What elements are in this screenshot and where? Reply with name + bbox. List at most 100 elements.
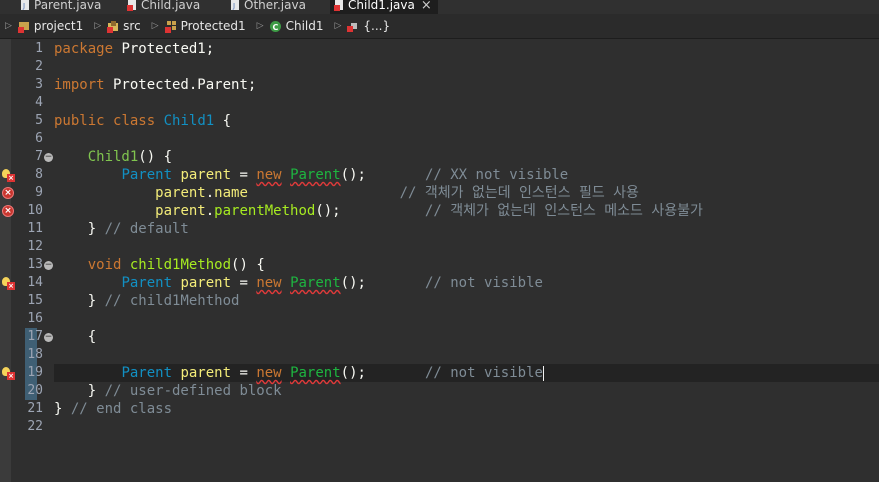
code-token: parent (155, 203, 206, 219)
code-line[interactable]: void child1Method() { (54, 256, 265, 274)
code-token: new (256, 167, 282, 183)
code-line[interactable]: } // end class (54, 400, 172, 418)
code-token: // 객체가 없는데 인스턴스 필드 사용 (399, 185, 639, 201)
java-file-icon: J (231, 0, 239, 10)
code-token: . (205, 203, 215, 219)
breadcrumb-item-child1[interactable]: ▷ C Child1 (252, 19, 324, 33)
tab-parent-java[interactable]: J Parent.java (20, 0, 101, 14)
code-line[interactable]: Parent parent = new Parent(); // not vis… (54, 274, 543, 292)
fold-toggle-icon[interactable]: − (44, 333, 53, 342)
java-file-error-icon (127, 0, 136, 11)
project-error-icon (17, 21, 29, 33)
code-line[interactable]: { (54, 328, 96, 346)
breadcrumb-item-protected1[interactable]: ▷ Protected1 (147, 19, 246, 33)
code-line[interactable]: Child1() { (54, 148, 172, 166)
code-line[interactable]: } // child1Mehthod (54, 292, 240, 310)
line-number: 11 (27, 221, 43, 236)
code-line[interactable]: parent.parentMethod(); // 객체가 없는데 인스턴스 메… (54, 202, 703, 220)
tab-label: Parent.java (34, 0, 102, 12)
breadcrumb-label: Protected1 (180, 19, 246, 33)
quick-fix-error-icon[interactable]: × (2, 169, 15, 182)
code-line[interactable]: parent.name // 객체가 없는데 인스턴스 필드 사용 (54, 184, 639, 202)
code-token: new (256, 365, 282, 381)
fold-toggle-icon[interactable]: − (44, 153, 53, 162)
tab-other-java[interactable]: J Other.java (230, 0, 306, 14)
code-area[interactable]: package Protected1; import Protected.Pare… (54, 39, 879, 482)
code-token: Protected1; (113, 41, 215, 57)
code-line[interactable]: } // user-defined block (54, 382, 282, 400)
package-error-icon (164, 20, 176, 33)
breadcrumb-item-block[interactable]: ▷ {...} (329, 19, 390, 33)
code-token: { (214, 113, 232, 129)
quick-fix-error-icon[interactable]: × (2, 277, 15, 290)
code-token: // default (104, 221, 189, 237)
code-token: . (205, 185, 215, 201)
code-token: child1Method (129, 257, 232, 273)
line-number-gutter: 1 2 3 4 5 6 7−8 × 9 × 10 × 11 12 13−14 × 15 16 17−18 19 × 20 2… (2, 39, 53, 482)
code-token: Parent (290, 275, 341, 291)
code-token: () { (231, 257, 265, 273)
code-token: Parent (290, 167, 341, 183)
code-token: } (54, 293, 105, 309)
code-line[interactable]: Parent parent = new Parent(); // not vis… (54, 364, 544, 382)
fold-toggle-icon[interactable]: − (44, 261, 53, 270)
breadcrumb-item-src[interactable]: ▷ src (89, 19, 140, 33)
code-token: parentMethod (214, 203, 316, 219)
code-token: new (256, 275, 282, 291)
error-marker-icon[interactable]: × (2, 205, 15, 218)
line-number: 2 (35, 59, 43, 74)
svg-text:J: J (232, 2, 235, 10)
tab-child-java[interactable]: Child.java (127, 0, 200, 14)
tab-label: Child.java (141, 0, 201, 12)
code-token: parent (180, 167, 232, 183)
code-token: Protected.Parent; (104, 77, 257, 93)
code-token: (); (340, 365, 425, 381)
code-token: // not visible (424, 275, 543, 291)
code-line[interactable]: } // default (54, 220, 189, 238)
svg-text:C: C (272, 23, 278, 32)
code-token: = (231, 167, 257, 183)
close-tab-icon[interactable]: × (421, 0, 432, 12)
svg-text:J: J (22, 2, 25, 10)
code-token: = (231, 365, 257, 381)
code-line[interactable]: import Protected.Parent; (54, 76, 256, 94)
source-folder-error-icon (107, 20, 119, 33)
tab-label: Other.java (244, 0, 306, 12)
code-editor[interactable]: 1 2 3 4 5 6 7−8 × 9 × 10 × 11 12 13−14 × 15 16 17−18 19 × 20 2… (0, 39, 879, 482)
code-token: (); (340, 167, 425, 183)
code-line[interactable]: public class Child1 { (54, 112, 231, 130)
tab-child1-java[interactable]: Child1.java × (330, 0, 438, 14)
code-token: import (54, 77, 105, 93)
code-token: parent (155, 185, 206, 201)
code-line[interactable]: package Protected1; (54, 40, 214, 58)
text-cursor (542, 365, 544, 381)
breadcrumb-item-project1[interactable]: ▷ project1 (0, 19, 83, 33)
line-number: 7 (35, 149, 43, 164)
code-token: Parent (121, 167, 173, 183)
breadcrumb-arrow-icon: ▷ (5, 21, 12, 31)
code-line[interactable]: Parent parent = new Parent(); // XX not … (54, 166, 568, 184)
code-token: Child1 (163, 113, 215, 129)
error-marker-icon[interactable]: × (2, 187, 15, 200)
breadcrumb-label: project1 (33, 19, 84, 33)
tab-label: Child1.java (348, 0, 415, 12)
line-number: 12 (27, 239, 43, 254)
breadcrumb-label: src (123, 19, 141, 33)
breadcrumb-arrow-icon: ▷ (94, 21, 102, 31)
class-icon: C (269, 20, 281, 32)
line-number: 19 (27, 365, 43, 380)
line-number: 9 (35, 185, 43, 200)
code-token: Parent (121, 365, 173, 381)
annotation-ruler (0, 39, 11, 482)
line-number: 4 (35, 95, 43, 110)
code-token: // user-defined block (104, 383, 282, 399)
code-token: name (214, 185, 248, 201)
quick-fix-error-icon[interactable]: × (2, 367, 15, 380)
breadcrumb: ▷ project1 ▷ src ▷ Protected1 ▷ C Child1… (0, 14, 879, 39)
